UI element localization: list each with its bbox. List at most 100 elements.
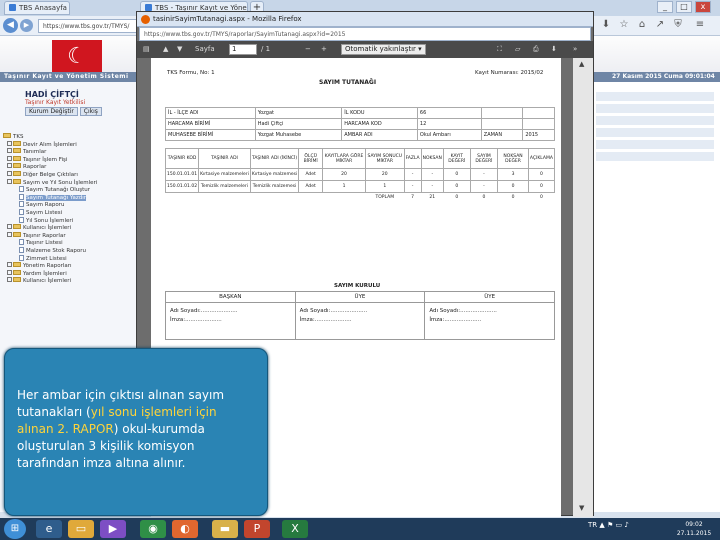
expand-icon[interactable] — [7, 262, 12, 268]
sidebar-toggle-icon[interactable]: ▤ — [143, 44, 150, 55]
expand-icon[interactable] — [7, 155, 12, 161]
folder-icon — [13, 170, 21, 176]
bookmark-icon[interactable]: ☆ — [618, 19, 630, 31]
menu-item[interactable]: Sayım Raporu — [3, 201, 137, 209]
column-header: TAŞINIR ADI (İKİNCİ) — [249, 148, 300, 169]
zoom-out-icon[interactable]: − — [305, 44, 311, 55]
menu-item[interactable]: Yönetim Raporları — [3, 262, 137, 270]
tools-icon[interactable]: » — [573, 44, 577, 55]
signature-cell: Adı Soyadı:..................... İmza:...… — [165, 302, 296, 340]
address-bar[interactable]: https://www.tbs.gov.tr/TMYS/ — [38, 19, 138, 33]
menu-item-label: Zimmet Listesi — [26, 255, 67, 262]
turkish-flag-logo: ☾ — [52, 40, 102, 74]
print-icon[interactable]: ⎙ — [533, 44, 539, 55]
popup-scrollbar[interactable]: ▲ ▼ — [573, 58, 593, 517]
info-cell: 12 — [416, 118, 482, 130]
expand-icon[interactable] — [7, 277, 12, 283]
page-number-input[interactable]: 1 — [229, 44, 257, 55]
menu-item[interactable]: Sayım Tutanağı Oluştur — [3, 186, 137, 194]
change-institution-button[interactable]: Kurum Değiştir — [25, 107, 78, 116]
maximize-button[interactable]: □ — [676, 1, 692, 13]
scroll-up-icon[interactable]: ▲ — [579, 60, 584, 68]
share-icon[interactable]: ↗ — [654, 19, 666, 31]
tab-tbs-home[interactable]: TBS Anasayfa — [4, 1, 70, 15]
info-cell: Hadi Çiftçi — [254, 118, 343, 130]
zoom-select[interactable]: Otomatik yakınlaştır ▾ — [341, 44, 426, 55]
menu-item[interactable]: Taşınır Listesi — [3, 239, 137, 247]
expand-icon[interactable] — [7, 170, 12, 176]
folder-icon[interactable]: ▬ — [212, 520, 238, 538]
clock-time: 09:02 — [685, 521, 703, 528]
committee-title: SAYIM KURULU — [334, 283, 381, 289]
windows-taskbar: ⊞ e ▭ ▶ ◉ ◐ ▬ P X TR ▲ ⚑ ▭ ♪ 09:02 27.11… — [0, 518, 720, 540]
expand-icon[interactable] — [7, 224, 12, 230]
home-icon[interactable]: ⌂ — [636, 19, 648, 31]
start-button[interactable]: ⊞ — [4, 519, 26, 539]
back-arrow-icon[interactable]: ◀ — [3, 18, 18, 33]
system-tray[interactable]: TR ▲ ⚑ ▭ ♪ — [588, 521, 629, 529]
expand-icon[interactable] — [7, 163, 12, 169]
document-icon — [19, 239, 24, 246]
menu-item-label: Taşınır Raporlar — [23, 232, 66, 239]
info-cell — [480, 118, 524, 130]
menu-item[interactable]: Taşınır Raporlar — [3, 231, 137, 240]
menu-item[interactable]: Sayım Listesi — [3, 208, 137, 217]
menu-item[interactable]: Malzeme Stok Raporu — [3, 246, 137, 255]
info-cell: Okul Ambarı — [416, 129, 482, 141]
zoom-in-icon[interactable]: + — [321, 44, 327, 55]
media-player-icon[interactable]: ▶ — [100, 520, 126, 538]
menu-item[interactable]: Diğer Belge Çıktıları — [3, 170, 137, 179]
prev-page-icon[interactable]: ▲ — [163, 44, 168, 55]
column-header: SAYIM DEĞERİ — [469, 148, 499, 169]
document-icon — [19, 208, 24, 215]
firefox-taskbar-icon[interactable]: ◐ — [172, 520, 198, 538]
menu-item[interactable]: TKS — [3, 133, 137, 141]
forward-arrow-icon[interactable]: ▶ — [20, 19, 33, 32]
menu-item[interactable]: Raporlar — [3, 163, 137, 171]
menu-item[interactable]: Kullanıcı İşlemleri — [3, 277, 137, 285]
menu-item[interactable]: Devir Alım İşlemleri — [3, 140, 137, 149]
next-page-icon[interactable]: ▼ — [177, 44, 182, 55]
expand-icon[interactable] — [7, 178, 12, 184]
open-file-icon[interactable]: ▱ — [515, 44, 520, 55]
expand-icon[interactable] — [7, 269, 12, 275]
menu-item[interactable]: Taşınır İşlem Fişi — [3, 155, 137, 164]
explorer-icon[interactable]: ▭ — [68, 520, 94, 538]
expand-icon[interactable] — [7, 148, 12, 154]
menu-item[interactable]: Sayım Tutanağı Yazdır — [3, 193, 137, 202]
fullscreen-icon[interactable]: ⛶ — [497, 44, 502, 55]
column-header: TAŞINIR ADI — [198, 148, 251, 169]
scroll-down-icon[interactable]: ▼ — [579, 504, 584, 512]
popup-address-bar[interactable]: https://www.tbs.gov.tr/TMYS/raporlar/Say… — [139, 27, 591, 41]
menu-item[interactable]: Sayım ve Yıl Sonu İşlemleri — [3, 178, 137, 187]
menu-icon[interactable]: ≡ — [694, 19, 706, 31]
clock: 09:02 27.11.2015 — [672, 520, 716, 538]
powerpoint-icon[interactable]: P — [244, 520, 270, 538]
document-icon — [19, 201, 24, 208]
logout-button[interactable]: Çıkış — [79, 107, 102, 116]
menu-item[interactable]: Zimmet Listesi — [3, 254, 137, 263]
expand-icon[interactable] — [7, 231, 12, 237]
chrome-icon[interactable]: ◉ — [140, 520, 166, 538]
excel-icon[interactable]: X — [282, 520, 308, 538]
info-cell: 66 — [416, 107, 482, 119]
menu-item[interactable]: Kullanıcı İşlemleri — [3, 224, 137, 232]
menu-item-label: Yardım İşlemleri — [23, 270, 67, 277]
folder-icon — [13, 155, 21, 161]
info-cell: HARCAMA BİRİMİ — [165, 118, 256, 130]
download-icon[interactable]: ⬇ — [600, 19, 612, 31]
save-icon[interactable]: ⬇ — [551, 44, 557, 55]
menu-item[interactable]: Yardım İşlemleri — [3, 269, 137, 278]
firefox-icon — [141, 15, 150, 24]
right-panel-rows — [596, 92, 714, 164]
menu-item[interactable]: Tanımlar — [3, 148, 137, 156]
favicon-icon — [145, 4, 152, 11]
close-window-button[interactable]: x — [695, 1, 711, 13]
minimize-button[interactable]: _ — [657, 1, 673, 13]
table-cell: 20 — [365, 168, 405, 181]
menu-item[interactable]: Yıl Sonu İşlemleri — [3, 216, 137, 225]
expand-icon[interactable] — [7, 140, 12, 146]
total-cell: 0 — [539, 195, 543, 201]
shield-icon[interactable]: ⛨ — [672, 19, 684, 31]
ie-icon[interactable]: e — [36, 520, 62, 538]
